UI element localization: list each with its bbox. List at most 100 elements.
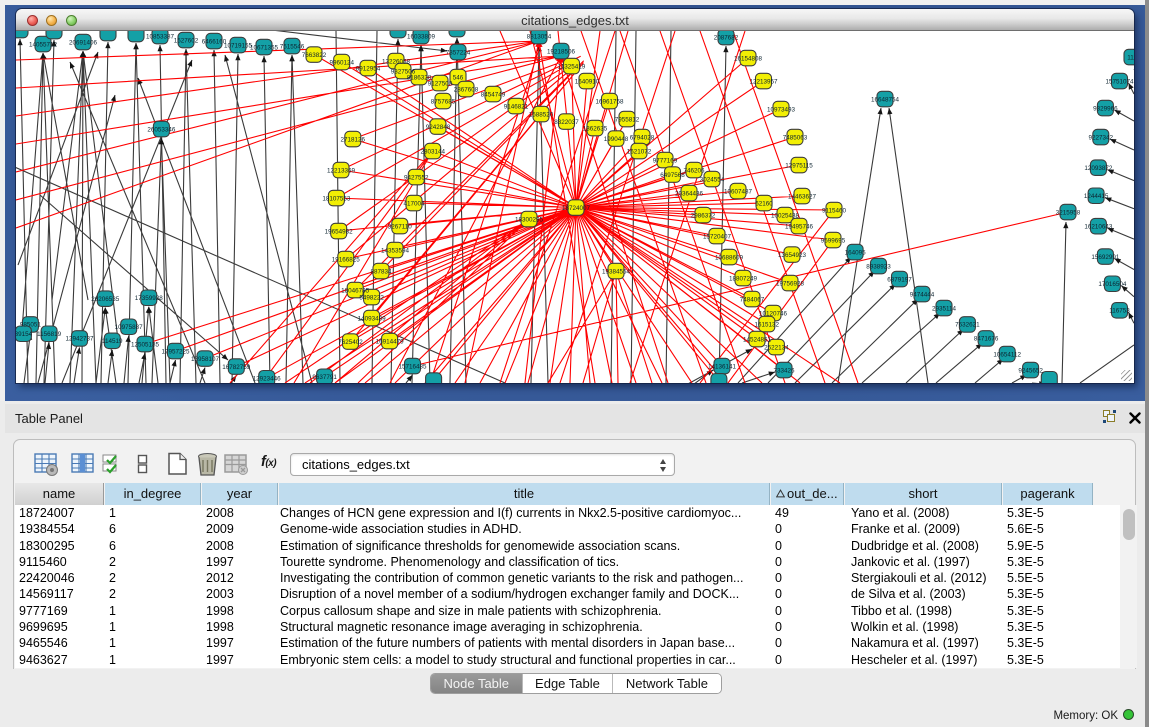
svg-text:2522134: 2522134 [764,344,789,351]
svg-text:17359928: 17359928 [135,295,164,302]
svg-text:10671355: 10671355 [250,44,279,51]
svg-text:12505135: 12505135 [131,341,160,348]
svg-text:15716485: 15716485 [398,363,427,370]
svg-text:19166825: 19166825 [332,256,361,263]
svg-text:14093489: 14093489 [358,315,387,322]
svg-text:7484067: 7484067 [740,296,765,303]
svg-text:10719155: 10719155 [224,42,253,49]
svg-text:417004: 417004 [403,200,425,207]
svg-text:16914479: 16914479 [376,338,405,345]
svg-text:7632621: 7632621 [955,322,980,329]
svg-text:8322037: 8322037 [554,119,579,126]
svg-text:9329966: 9329966 [1093,105,1118,112]
svg-text:10853387: 10853387 [146,33,175,40]
svg-text:20691406: 20691406 [69,39,98,46]
svg-text:18107553: 18107553 [322,195,351,202]
svg-text:9245652: 9245652 [1018,367,1043,374]
svg-text:546: 546 [453,74,464,81]
svg-text:12975115: 12975115 [785,162,813,169]
svg-text:19756928: 19756928 [776,280,805,287]
svg-text:116753: 116753 [1109,308,1130,315]
svg-text:39154: 39154 [16,331,33,338]
svg-text:14353594: 14353594 [381,247,410,254]
svg-text:9227342: 9227342 [1089,134,1114,141]
svg-text:1588520: 1588520 [529,111,554,118]
svg-text:8454749: 8454749 [481,91,506,98]
svg-text:7357224: 7357224 [446,49,471,56]
svg-text:733426: 733426 [773,367,795,374]
svg-text:7955812: 7955812 [615,116,640,123]
svg-text:16154808: 16154808 [734,55,763,62]
svg-text:6879197: 6879197 [887,276,912,283]
svg-text:9242848: 9242848 [426,124,451,131]
svg-text:26053346: 26053346 [147,126,176,133]
svg-text:14463627: 14463627 [788,193,817,200]
svg-text:1640910: 1640910 [575,78,600,85]
svg-text:10973493: 10973493 [767,106,796,113]
svg-text:2087682: 2087682 [714,34,739,41]
svg-text:8912954: 8912954 [356,65,381,72]
svg-text:10975887: 10975887 [115,324,144,331]
svg-text:1621072: 1621072 [627,148,652,155]
svg-text:19495746: 19495746 [785,223,814,230]
svg-text:13958107: 13958107 [191,356,220,363]
svg-text:19384554: 19384554 [602,268,631,275]
svg-text:17016504: 17016504 [1098,281,1127,288]
svg-text:1362635: 1362635 [583,125,608,132]
svg-text:17957225: 17957225 [161,348,190,355]
svg-text:1244415: 1244415 [1084,193,1109,200]
svg-text:62160: 62160 [755,200,773,207]
svg-text:16782759: 16782759 [222,364,251,371]
svg-text:9146821: 9146821 [504,103,529,110]
svg-text:12213957: 12213957 [749,78,778,85]
svg-text:6794028: 6794028 [630,134,655,141]
svg-text:111: 111 [1127,54,1134,61]
svg-text:1615132: 1615132 [755,321,780,328]
svg-text:16648754: 16648754 [871,96,900,103]
svg-text:1527602: 1527602 [174,37,199,44]
svg-text:12942737: 12942737 [65,336,94,343]
svg-text:13226058: 13226058 [382,58,411,65]
svg-text:164095: 164095 [845,249,867,256]
svg-text:8813054: 8813054 [527,33,552,40]
svg-text:2935114: 2935114 [932,305,957,312]
svg-text:18046785: 18046785 [341,287,370,294]
svg-text:12213369: 12213369 [327,167,356,174]
svg-text:10025438: 10025438 [771,212,800,219]
svg-text:19654982: 19654982 [325,228,354,235]
svg-text:9777169: 9777169 [653,157,678,164]
svg-text:6497568: 6497568 [660,172,685,179]
svg-text:15720407: 15720407 [703,233,732,240]
svg-text:887834: 887834 [370,268,392,275]
svg-text:10688609: 10688609 [715,254,744,261]
svg-text:3215958: 3215958 [1056,209,1081,216]
svg-text:7663822: 7663822 [302,52,327,59]
svg-text:2803144: 2803144 [420,148,445,155]
svg-text:746206: 746206 [683,167,705,174]
svg-text:20364436: 20364436 [675,190,704,197]
svg-text:10607487: 10607487 [724,188,753,195]
svg-text:7515546: 7515546 [280,43,305,50]
svg-text:8938923: 8938923 [866,263,891,270]
svg-text:11325419: 11325419 [558,63,586,70]
svg-text:15751074: 15751074 [1105,78,1134,85]
svg-text:1156819: 1156819 [37,331,62,338]
svg-text:26206535: 26206535 [91,296,120,303]
svg-text:985051: 985051 [20,322,42,329]
svg-text:12093872: 12093872 [1084,165,1113,172]
svg-text:9115460: 9115460 [822,207,847,214]
svg-text:9427552: 9427552 [404,174,429,181]
svg-text:18724007: 18724007 [562,205,591,212]
svg-text:19218506: 19218506 [547,48,576,55]
svg-text:10654112: 10654112 [993,351,1021,358]
svg-text:3267110: 3267110 [388,223,413,230]
svg-text:1990448: 1990448 [604,136,629,143]
svg-text:5498222: 5498222 [359,294,384,301]
svg-text:2986372: 2986372 [691,212,716,219]
svg-text:16033809: 16033809 [407,33,436,40]
svg-text:9699695: 9699695 [821,237,846,244]
svg-text:9960124: 9960124 [329,59,354,66]
svg-text:114519: 114519 [102,338,123,345]
svg-text:7625402: 7625402 [338,339,363,346]
svg-text:16961758: 16961758 [595,98,624,105]
